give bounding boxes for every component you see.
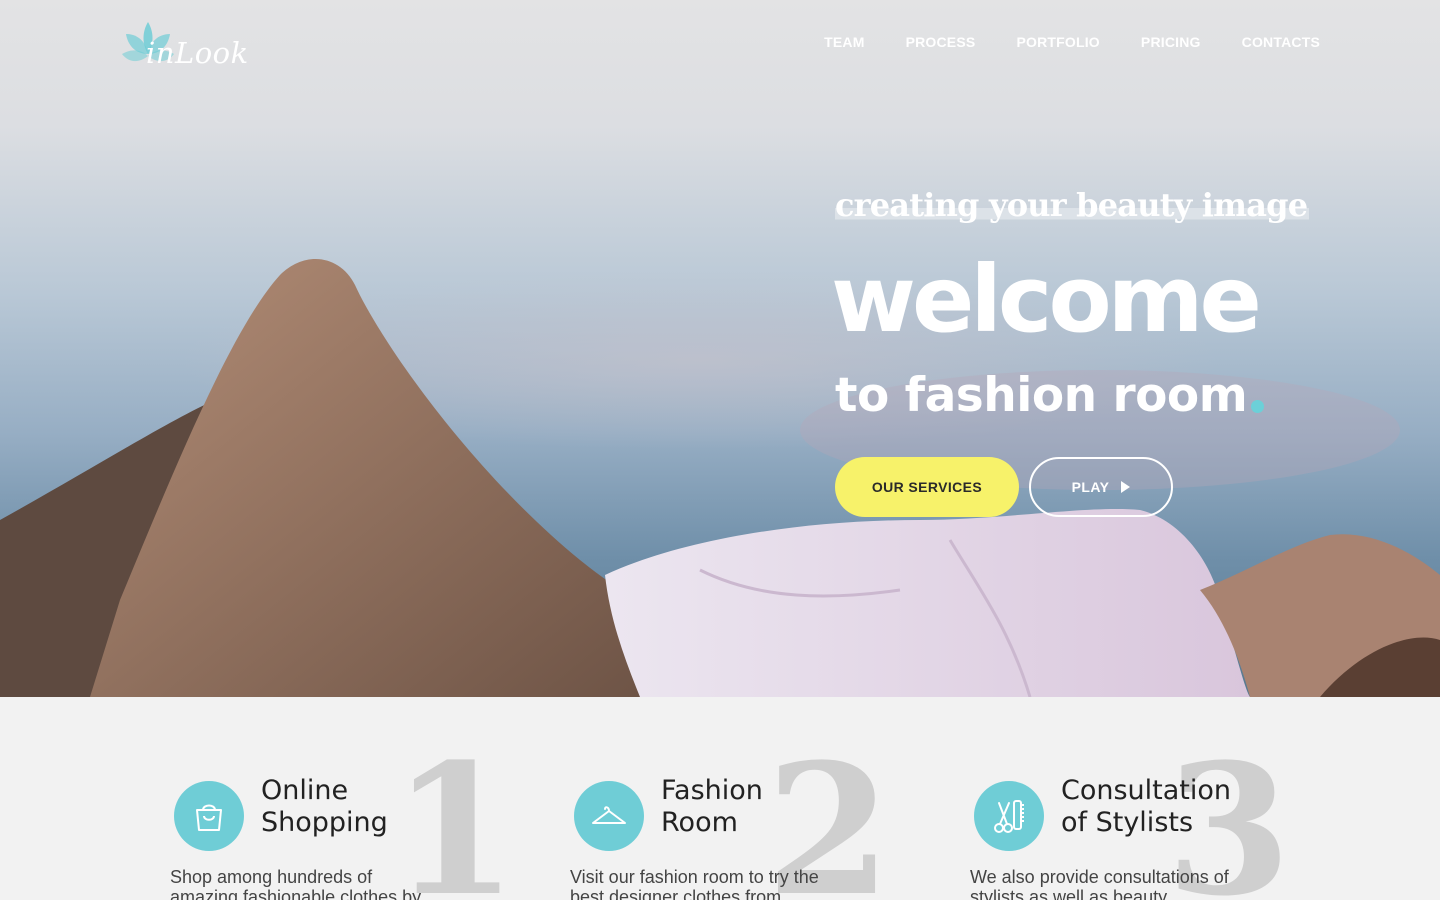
- nav-item-contacts[interactable]: CONTACTS: [1242, 34, 1320, 50]
- features-section: 1 Online Shopping Shop among hundreds of…: [0, 697, 1440, 900]
- hero-tagline: creating your beauty image: [835, 186, 1310, 224]
- play-button-label: PLAY: [1071, 479, 1110, 495]
- play-icon: [1121, 481, 1131, 493]
- main-nav: TEAM PROCESS PORTFOLIO PRICING CONTACTS: [824, 34, 1320, 50]
- nav-item-portfolio[interactable]: PORTFOLIO: [1016, 34, 1099, 50]
- logo-text: inLook: [146, 36, 249, 70]
- hanger-icon: [574, 781, 644, 851]
- feature-description: Visit our fashion room to try the best d…: [570, 867, 819, 900]
- feature-title: Fashion Room: [661, 775, 763, 838]
- hero-subheadline: to fashion room: [835, 368, 1248, 423]
- nav-item-process[interactable]: PROCESS: [906, 34, 976, 50]
- shopping-bag-icon: [174, 781, 244, 851]
- accent-dot: [1251, 400, 1264, 413]
- feature-title: Online Shopping: [261, 775, 388, 838]
- play-button[interactable]: PLAY: [1029, 457, 1173, 517]
- feature-consultation: 3 Consultation of Stylists We also provi…: [970, 697, 1300, 900]
- logo[interactable]: inLook: [120, 20, 250, 76]
- feature-online-shopping: 1 Online Shopping Shop among hundreds of…: [170, 697, 517, 900]
- feature-title: Consultation of Stylists: [1061, 775, 1232, 838]
- hero-section: inLook TEAM PROCESS PORTFOLIO PRICING CO…: [0, 0, 1440, 697]
- nav-item-team[interactable]: TEAM: [824, 34, 864, 50]
- feature-description: Shop among hundreds of amazing fashionab…: [170, 867, 422, 900]
- feature-fashion-room: 2 Fashion Room Visit our fashion room to…: [570, 697, 900, 900]
- hero-headline: welcome: [831, 246, 1262, 353]
- feature-description: We also provide consultations of stylist…: [970, 867, 1229, 900]
- our-services-button[interactable]: OUR SERVICES: [835, 457, 1019, 517]
- nav-item-pricing[interactable]: PRICING: [1141, 34, 1201, 50]
- scissors-comb-icon: [974, 781, 1044, 851]
